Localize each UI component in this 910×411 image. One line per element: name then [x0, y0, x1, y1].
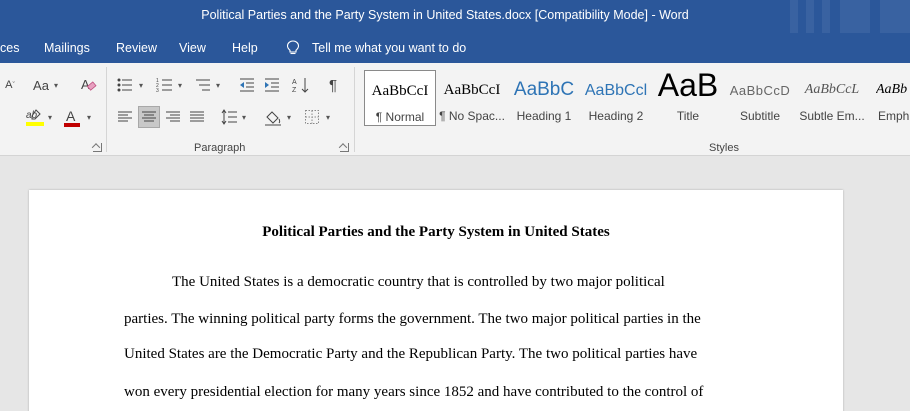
- document-canvas: Political Parties and the Party System i…: [0, 156, 910, 411]
- show-formatting-marks-button[interactable]: ¶: [322, 74, 344, 96]
- center-button[interactable]: [138, 106, 160, 128]
- chevron-down-icon[interactable]: ▾: [178, 74, 185, 96]
- title-bar: Political Parties and the Party System i…: [0, 0, 910, 33]
- clear-formatting-icon: A: [81, 77, 97, 92]
- ribbon: Aˇ Aa ▾ A ab ▾ A ▾ ▾ 1 2 3 ▾ ▾ A Z ¶ ▾ ▾…: [0, 63, 910, 156]
- svg-text:A: A: [81, 77, 90, 92]
- chevron-down-icon[interactable]: ▾: [242, 106, 249, 128]
- text-highlight-color-button[interactable]: ab: [24, 106, 46, 128]
- svg-text:3: 3: [156, 88, 159, 94]
- body-line: parties. The winning political party for…: [124, 311, 701, 327]
- chevron-down-icon[interactable]: ▾: [48, 106, 55, 128]
- chevron-down-icon[interactable]: ▾: [54, 74, 61, 96]
- decrease-indent-button[interactable]: [236, 74, 258, 96]
- line-spacing-button[interactable]: [218, 106, 240, 128]
- style-subtitle[interactable]: AaBbCcD Subtitle: [724, 70, 796, 126]
- body-line: won every presidential election for many…: [124, 384, 704, 400]
- sort-icon: AZ: [292, 78, 309, 94]
- align-right-button[interactable]: [162, 106, 184, 128]
- justify-icon: [190, 111, 204, 122]
- paragraph-dialog-launcher-icon[interactable]: [340, 143, 349, 152]
- increase-indent-button[interactable]: [261, 74, 283, 96]
- borders-icon: [305, 110, 319, 124]
- group-separator: [354, 67, 355, 152]
- document-heading: Political Parties and the Party System i…: [262, 224, 610, 240]
- chevron-down-icon[interactable]: ▾: [216, 74, 223, 96]
- tab-references[interactable]: ces: [0, 41, 19, 55]
- bullets-icon: [117, 78, 132, 92]
- document-page[interactable]: Political Parties and the Party System i…: [29, 190, 843, 411]
- numbering-button[interactable]: 1 2 3: [154, 74, 176, 96]
- tell-me-search[interactable]: Tell me what you want to do: [312, 41, 466, 55]
- svg-text:Z: Z: [292, 87, 297, 94]
- align-left-button[interactable]: [114, 106, 136, 128]
- shading-button[interactable]: [262, 106, 284, 128]
- sort-button[interactable]: AZ: [290, 74, 312, 96]
- paragraph-group-label: Paragraph: [194, 142, 246, 154]
- line-spacing-icon: [221, 109, 237, 125]
- decrease-indent-icon: [240, 78, 254, 92]
- style-heading-1[interactable]: AaBbC Heading 1: [508, 70, 580, 126]
- multilevel-list-icon: [196, 79, 210, 91]
- font-color-button[interactable]: A: [61, 106, 83, 128]
- svg-text:A: A: [292, 79, 297, 86]
- ribbon-tab-bar: ces Mailings Review View Help Tell me wh…: [0, 33, 910, 63]
- group-separator: [106, 67, 107, 152]
- increase-indent-icon: [265, 78, 279, 92]
- chevron-down-icon[interactable]: ▾: [139, 74, 146, 96]
- font-dialog-launcher-icon[interactable]: [93, 143, 102, 152]
- style-subtle-emphasis[interactable]: AaBbCcL Subtle Em...: [796, 70, 868, 126]
- chevron-down-icon[interactable]: ▾: [287, 106, 294, 128]
- body-line: United States are the Democratic Party a…: [124, 346, 698, 362]
- change-case-button[interactable]: Aa: [31, 74, 51, 96]
- style-no-spacing[interactable]: AaBbCcI ¶ No Spac...: [436, 70, 508, 126]
- tab-view[interactable]: View: [179, 41, 206, 55]
- numbering-icon: 1 2 3: [156, 78, 172, 94]
- body-line: The United States is a democratic countr…: [172, 274, 665, 290]
- svg-text:A: A: [66, 108, 76, 124]
- clear-formatting-button[interactable]: A: [77, 74, 99, 96]
- style-heading-2[interactable]: AaBbCcl Heading 2: [580, 70, 652, 126]
- highlighter-icon: ab: [26, 109, 44, 126]
- align-right-icon: [166, 111, 180, 122]
- tab-review[interactable]: Review: [116, 41, 157, 55]
- tab-mailings[interactable]: Mailings: [44, 41, 90, 55]
- bullets-button[interactable]: [114, 74, 136, 96]
- multilevel-list-button[interactable]: [192, 74, 214, 96]
- align-center-icon: [142, 111, 156, 122]
- style-title[interactable]: AaB Title: [652, 70, 724, 126]
- lightbulb-icon[interactable]: [286, 40, 300, 56]
- window-title: Political Parties and the Party System i…: [201, 8, 689, 22]
- chevron-down-icon[interactable]: ▾: [87, 106, 94, 128]
- borders-button[interactable]: [301, 106, 323, 128]
- font-color-icon: A: [64, 108, 80, 127]
- tab-help[interactable]: Help: [232, 41, 258, 55]
- justify-button[interactable]: [186, 106, 208, 128]
- shrink-font-button[interactable]: Aˇ: [2, 74, 18, 96]
- styles-group-label: Styles: [709, 142, 739, 154]
- align-left-icon: [118, 111, 132, 122]
- style-emphasis[interactable]: AaBb Emph: [868, 70, 910, 126]
- style-normal[interactable]: AaBbCcI ¶ Normal: [364, 70, 436, 126]
- chevron-down-icon[interactable]: ▾: [326, 106, 333, 128]
- paint-bucket-icon: [265, 111, 281, 126]
